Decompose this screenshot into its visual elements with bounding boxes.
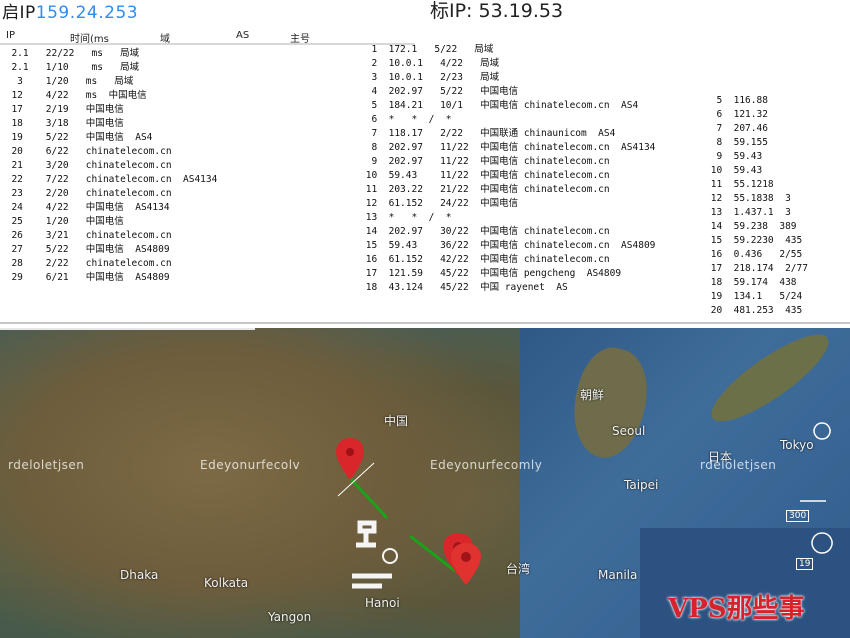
hop-row[interactable]: 6 121.32	[705, 109, 767, 120]
hop-row[interactable]: 22 7/22 chinatelecom.cn AS4134	[0, 174, 217, 185]
hop-row[interactable]: 10 59.43 11/22 中国电信 chinatelecom.cn	[360, 170, 610, 181]
hop-row[interactable]: 14 59.238 389	[705, 221, 797, 232]
hop-row[interactable]: 5 116.88	[705, 95, 767, 106]
hop-row[interactable]: 8 59.155	[705, 137, 767, 148]
hop-row[interactable]: 3 10.0.1 2/23 局域	[360, 72, 499, 83]
target-ip-title: 标IP: 53.19.53	[430, 0, 564, 22]
traceroute-panel: 启IP159.24.253 标IP: 53.19.53 IP 时间(ms 域 A…	[0, 0, 850, 328]
hop-row[interactable]: 20 6/22 chinatelecom.cn	[0, 146, 183, 157]
hop-row[interactable]: 19 134.1 5/24	[705, 291, 803, 302]
panel-bottom-divider	[0, 322, 850, 324]
hop-row[interactable]: 7 207.46	[705, 123, 767, 134]
hop-row[interactable]: 5 184.21 10/1 中国电信 chinatelecom.cn AS4	[360, 100, 638, 111]
col-header-ip: IP	[6, 30, 15, 41]
hop-row[interactable]: 6 * * / *	[360, 114, 451, 125]
hop-row[interactable]: 3 1/20 ms 局域	[0, 76, 145, 87]
hop-row[interactable]: 9 59.43	[705, 151, 762, 162]
hop-row[interactable]: 12 61.152 24/22 中国电信	[360, 198, 518, 209]
scale-label-top: 300	[786, 510, 810, 522]
hop-row[interactable]: 1 172.1 5/22 局域	[360, 44, 493, 55]
route-segment-1	[348, 476, 389, 520]
hop-row[interactable]: 26 3/21 chinatelecom.cn	[0, 230, 183, 241]
hop-row[interactable]: 23 2/20 chinatelecom.cn	[0, 188, 183, 199]
hop-row[interactable]: 17 2/19 中国电信	[0, 104, 135, 115]
brand-watermark: VPS那些事	[668, 594, 805, 624]
end-marker-icon[interactable]	[451, 543, 481, 585]
scale-label-bottom: 19	[796, 558, 814, 570]
hop-row[interactable]: 14 202.97 30/22 中国电信 chinatelecom.cn	[360, 226, 610, 237]
hop-row[interactable]: 18 59.174 438	[705, 277, 797, 288]
hop-row[interactable]: 2.1 1/10 ms 局域	[0, 62, 151, 73]
hop-row[interactable]: 17 218.174 2/77	[705, 263, 808, 274]
hop-row[interactable]: 21 3/20 chinatelecom.cn	[0, 160, 183, 171]
hop-row[interactable]: 12 55.1838 3	[705, 193, 791, 204]
hop-row[interactable]: 8 202.97 11/22 中国电信 chinatelecom.cn AS41…	[360, 142, 655, 153]
hop-row[interactable]: 13 1.437.1 3	[705, 207, 791, 218]
hop-row[interactable]: 2.1 22/22 ms 局域	[0, 48, 151, 59]
hop-row[interactable]: 10 59.43	[705, 165, 762, 176]
hop-row[interactable]: 11 55.1218	[705, 179, 774, 190]
hop-row[interactable]: 25 1/20 中国电信	[0, 216, 135, 227]
hop-row[interactable]: 13 * * / *	[360, 212, 452, 223]
hop-row[interactable]: 16 0.436 2/55	[705, 249, 803, 260]
hop-row[interactable]: 7 118.17 2/22 中国联通 chinaunicom AS4	[360, 128, 615, 139]
hop-row[interactable]: 19 5/22 中国电信 AS4	[0, 132, 152, 143]
col-header-as: AS	[236, 30, 250, 41]
hop-row[interactable]: 9 202.97 11/22 中国电信 chinatelecom.cn	[360, 156, 609, 167]
hop-row[interactable]: 28 2/22 chinatelecom.cn	[0, 258, 183, 269]
source-ip-value: 159.24.253	[35, 3, 139, 23]
hop-row[interactable]: 29 6/21 中国电信 AS4809	[0, 272, 169, 283]
hop-row[interactable]: 2 10.0.1 4/22 局域	[360, 58, 499, 69]
waypoint-glyph-icon	[352, 520, 398, 589]
route-map[interactable]: 中国 台湾 日本 朝鲜 Dhaka Kolkata Hanoi Manila Y…	[0, 328, 850, 638]
hop-row[interactable]: 16 61.152 42/22 中国电信 chinatelecom.cn	[360, 254, 610, 265]
hop-row[interactable]: 4 202.97 5/22 中国电信	[360, 86, 518, 97]
hop-row[interactable]: 11 203.22 21/22 中国电信 chinatelecom.cn	[360, 184, 610, 195]
hop-row[interactable]: 17 121.59 45/22 中国电信 pengcheng AS4809	[360, 268, 621, 279]
hop-row[interactable]: 27 5/22 中国电信 AS4809	[0, 244, 169, 255]
source-ip-title: 启IP159.24.253	[2, 0, 138, 23]
hop-row[interactable]: 15 59.43 36/22 中国电信 chinatelecom.cn AS48…	[360, 240, 656, 251]
start-marker-icon[interactable]	[336, 438, 364, 480]
header-divider	[0, 43, 415, 45]
hop-row[interactable]: 20 481.253 435	[705, 305, 803, 316]
hop-row[interactable]: 18 3/18 中国电信	[0, 118, 135, 129]
hop-row[interactable]: 24 4/22 中国电信 AS4134	[0, 202, 169, 213]
compass-icon	[811, 422, 833, 554]
source-ip-prefix: 启IP	[2, 3, 36, 23]
hop-row[interactable]: 18 43.124 45/22 中国 rayenet AS	[360, 282, 568, 293]
hop-row[interactable]: 15 59.2230 435	[705, 235, 803, 246]
hop-row[interactable]: 12 4/22 ms 中国电信	[0, 90, 158, 101]
